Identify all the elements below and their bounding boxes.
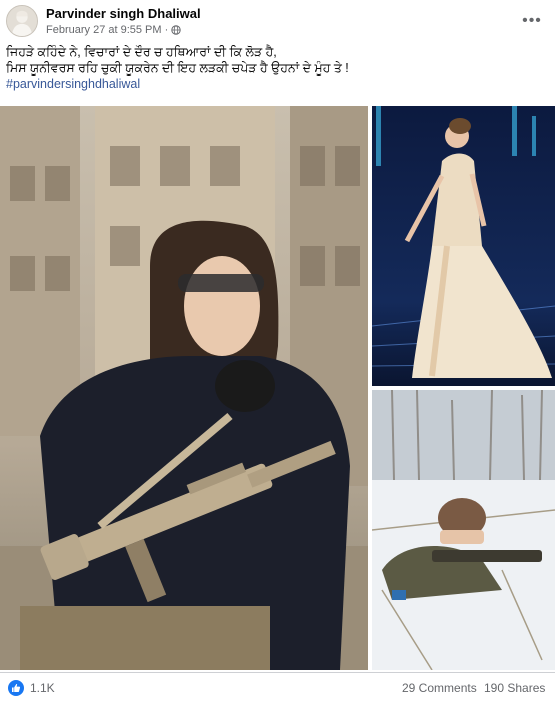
post-timestamp[interactable]: February 27 at 9:55 PM bbox=[46, 24, 162, 36]
photo-top-right[interactable] bbox=[372, 106, 555, 386]
media-grid bbox=[0, 106, 555, 670]
post-header: Parvinder singh Dhaliwal February 27 at … bbox=[0, 0, 555, 42]
post-text: ਜਿਹੜੇ ਕਹਿੰਦੇ ਨੇ, ਵਿਚਾਰਾਂ ਦੇ ਦੌਰ ਚ ਹਥਿਆਰਾ… bbox=[6, 44, 546, 92]
post-meta: February 27 at 9:55 PM · bbox=[46, 24, 181, 36]
engagement-stats-bar: 1.1K 29 Comments 190 Shares bbox=[0, 672, 555, 701]
photo-main-image bbox=[0, 106, 368, 670]
photo-bottom-right[interactable] bbox=[372, 390, 555, 670]
reaction-count[interactable]: 1.1K bbox=[30, 681, 55, 695]
like-icon[interactable] bbox=[8, 680, 24, 696]
avatar-image bbox=[7, 6, 37, 36]
author-name[interactable]: Parvinder singh Dhaliwal bbox=[46, 6, 201, 21]
photo-main[interactable] bbox=[0, 106, 368, 670]
shares-count[interactable]: 190 Shares bbox=[484, 681, 545, 695]
more-options-button[interactable]: ••• bbox=[519, 8, 545, 34]
post-text-line: ਜਿਹੜੇ ਕਹਿੰਦੇ ਨੇ, ਵਿਚਾਰਾਂ ਦੇ ਦੌਰ ਚ ਹਥਿਆਰਾ… bbox=[6, 45, 277, 59]
photo-top-right-image bbox=[372, 106, 555, 386]
hashtag-link[interactable]: #parvindersinghdhaliwal bbox=[6, 76, 546, 92]
more-options-icon: ••• bbox=[522, 12, 542, 29]
post-text-line: ਮਿਸ ਯੂਨੀਵਰਸ ਰਹਿ ਚੁਕੀ ਯੂਕਰੇਨ ਦੀ ਇਹ ਲੜਕੀ ਚ… bbox=[6, 61, 349, 75]
thumbs-up-icon bbox=[12, 684, 21, 692]
photo-bottom-right-image bbox=[372, 390, 555, 670]
avatar[interactable] bbox=[6, 5, 38, 37]
comments-count[interactable]: 29 Comments bbox=[402, 681, 477, 695]
globe-icon bbox=[171, 25, 181, 35]
